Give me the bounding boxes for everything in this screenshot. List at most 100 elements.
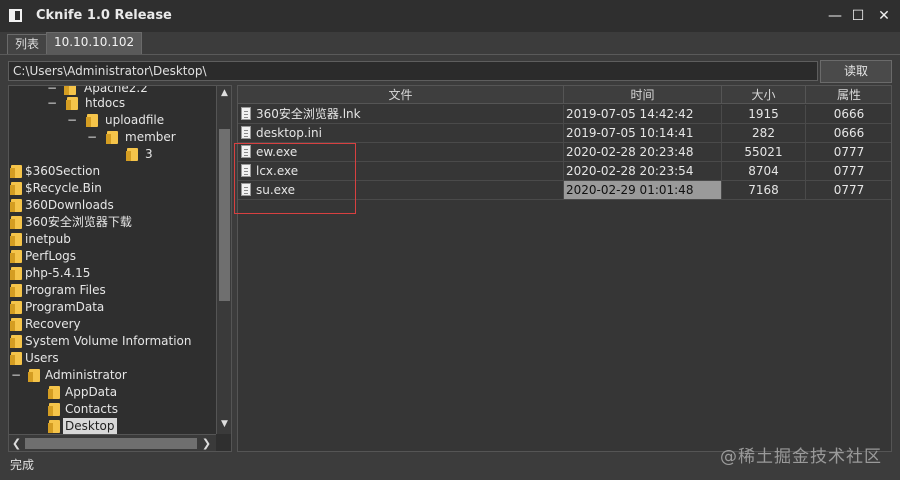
tree-node-3[interactable]: 3 [9,146,216,163]
tree-node-contacts[interactable]: Contacts [9,401,216,418]
file-size: 7168 [722,181,806,200]
tree-node-label: ProgramData [25,300,105,314]
column-header-name[interactable]: 文件 [238,86,564,104]
tree-node-label: Recovery [25,317,81,331]
tree-node-label: htdocs [85,96,126,110]
tree-node-member[interactable]: − member [9,129,216,146]
file-time: 2020-02-28 20:23:48 [564,143,722,162]
collapse-icon[interactable]: − [47,95,57,112]
folder-icon [64,86,76,95]
folder-icon [10,318,22,331]
tree-vertical-scrollbar[interactable]: ▲ ▼ [216,86,231,434]
tree-node-perflogs[interactable]: PerfLogs [9,248,216,265]
scroll-down-icon[interactable]: ▼ [217,417,231,432]
file-row[interactable]: 360安全浏览器.lnk 2019-07-05 14:42:42 1915 06… [238,105,891,124]
folder-icon [28,369,40,382]
annotation-highlight-box [234,143,356,214]
tree-node-label: AppData [65,385,118,399]
path-input[interactable]: C:\Users\Administrator\Desktop\ [8,61,818,81]
tree-node-uploadfile[interactable]: − uploadfile [9,112,216,129]
tree-node-label: Program Files [25,283,106,297]
tree-node-label: PerfLogs [25,249,77,263]
tree-node-label: 3 [145,147,153,161]
file-time: 2019-07-05 10:14:41 [564,124,722,143]
file-size: 55021 [722,143,806,162]
tree-node-label: System Volume Information [25,334,192,348]
file-name: desktop.ini [256,126,322,140]
tree-node-php[interactable]: php-5.4.15 [9,265,216,282]
close-button[interactable]: ✕ [873,6,895,26]
folder-icon [86,114,98,127]
folder-icon [10,216,22,229]
collapse-icon[interactable]: − [87,129,97,146]
tree-node-system-volume-information[interactable]: System Volume Information [9,333,216,350]
tab-bar: 列表 10.10.10.102 [0,32,900,55]
file-time-selected: 2020-02-29 01:01:48 [564,181,722,200]
scroll-thumb-horizontal[interactable] [25,438,197,449]
tree-node-desktop[interactable]: Desktop [9,418,216,434]
tree-node-label: member [125,130,176,144]
folder-icon [10,250,22,263]
minimize-button[interactable]: — [824,6,846,26]
tree-node-inetpub[interactable]: inetpub [9,231,216,248]
tree-node-label: $360Section [25,164,101,178]
maximize-button[interactable]: ☐ [847,6,869,26]
tab-host[interactable]: 10.10.10.102 [46,32,143,54]
file-row[interactable]: desktop.ini 2019-07-05 10:14:41 282 0666 [238,124,891,143]
tree-node-label-selected: Desktop [63,418,117,434]
tree-node-label: php-5.4.15 [25,266,91,280]
tree-node-label: uploadfile [105,113,165,127]
file-icon [241,126,251,139]
folder-icon [66,97,78,110]
title-bar: Cknife 1.0 Release — ☐ ✕ [0,0,900,32]
tree-node-recycle-bin[interactable]: $Recycle.Bin [9,180,216,197]
scroll-thumb[interactable] [219,129,230,301]
tree-node-htdocs[interactable]: − htdocs [9,95,216,112]
watermark: @稀土掘金技术社区 [720,447,882,467]
tree-node-administrator[interactable]: − Administrator [9,367,216,384]
folder-icon [10,165,22,178]
column-header-attributes[interactable]: 属性 [806,86,891,104]
column-header-size[interactable]: 大小 [722,86,806,104]
tree-node-recovery[interactable]: Recovery [9,316,216,333]
tree-node-appdata[interactable]: AppData [9,384,216,401]
folder-icon [10,267,22,280]
tree-node-program-files[interactable]: Program Files [9,282,216,299]
tree-node-360section[interactable]: $360Section [9,163,216,180]
tree-node-label: 360Downloads [25,198,114,212]
tree-node-users[interactable]: Users [9,350,216,367]
file-name-cell: desktop.ini [238,124,564,143]
folder-icon [48,420,60,433]
tree-node-label: Contacts [65,402,118,416]
file-attributes: 0777 [806,162,891,181]
folder-icon [10,335,22,348]
file-list: 文件 时间 大小 属性 360安全浏览器.lnk 2019-07-05 14:4… [237,85,892,452]
scroll-left-icon[interactable]: ❮ [9,435,24,451]
read-button[interactable]: 读取 [820,60,892,83]
file-time: 2020-02-28 20:23:54 [564,162,722,181]
app-icon [9,9,22,22]
scroll-up-icon[interactable]: ▲ [217,86,231,101]
file-size: 8704 [722,162,806,181]
tree-node-programdata[interactable]: ProgramData [9,299,216,316]
file-attributes: 0666 [806,124,891,143]
tree-node-label: 360安全浏览器下载 [25,215,132,229]
column-header-time[interactable]: 时间 [564,86,722,104]
scroll-right-icon[interactable]: ❯ [199,435,214,451]
folder-icon [48,403,60,416]
folder-icon [10,199,22,212]
file-icon [241,107,251,120]
tree-horizontal-scrollbar[interactable]: ❮ ❯ [9,434,216,451]
tree-node-360-browser-downloads[interactable]: 360安全浏览器下载 [9,214,216,231]
tree-node-label: Users [25,351,59,365]
tab-list[interactable]: 列表 [7,34,48,54]
directory-tree: − Apache2.2 − htdocs − uploadfile − memb… [8,85,232,452]
folder-icon [10,301,22,314]
collapse-icon[interactable]: − [11,367,21,384]
tree-node-label: Administrator [45,368,127,382]
folder-icon [126,148,138,161]
collapse-icon[interactable]: − [67,112,77,129]
tree-node-360downloads[interactable]: 360Downloads [9,197,216,214]
folder-icon [48,386,60,399]
file-name-cell: 360安全浏览器.lnk [238,105,564,124]
